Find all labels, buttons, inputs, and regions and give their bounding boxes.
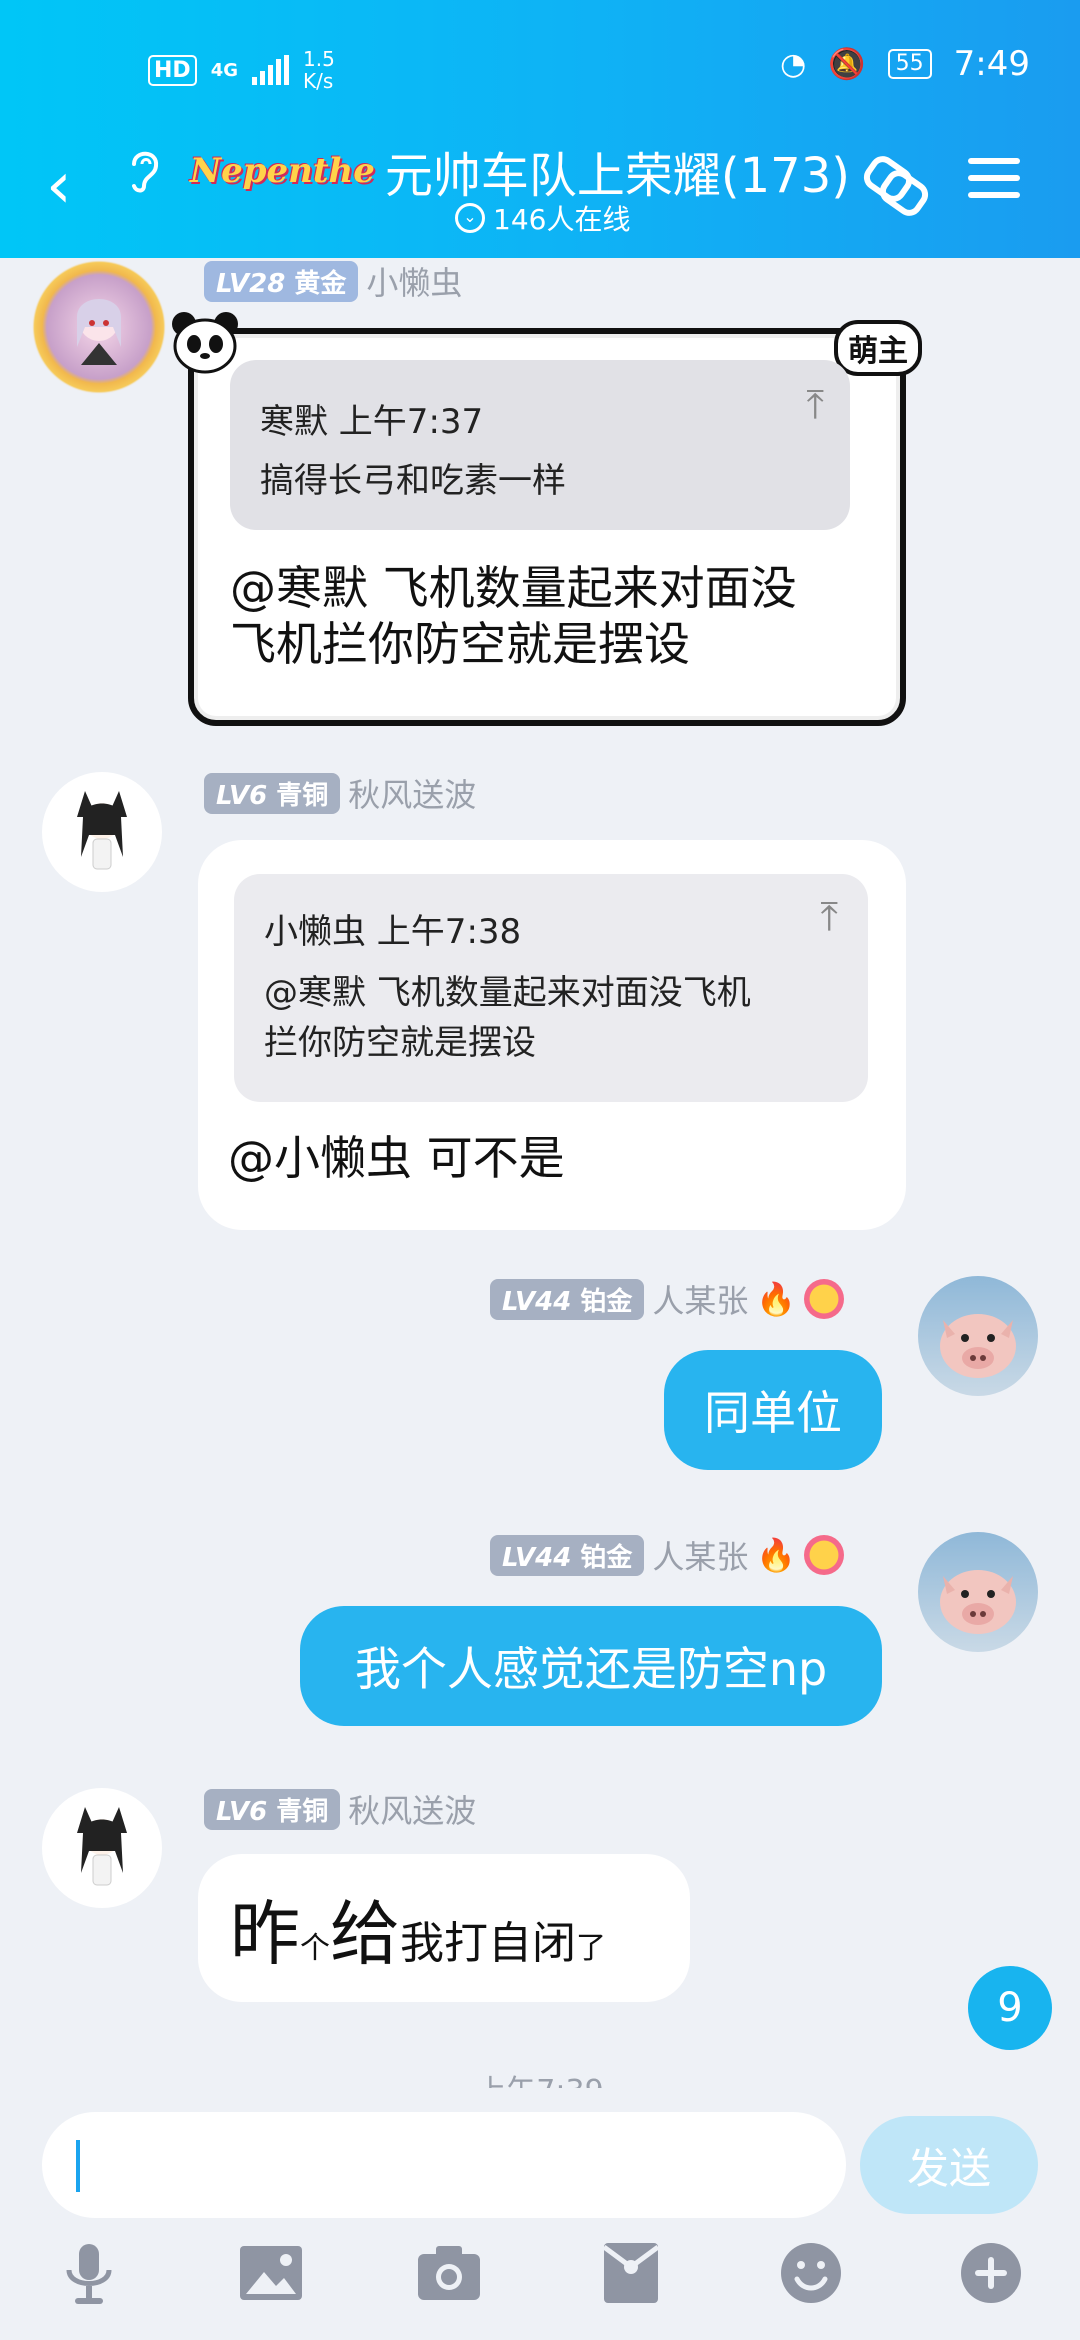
avatar[interactable] — [918, 1276, 1038, 1396]
battery-indicator: 55 — [887, 49, 932, 79]
quote-text: @寒默 飞机数量起来对面没飞机 拦你防空就是摆设 — [264, 973, 751, 1063]
level-badge: LV6 青铜 — [204, 772, 341, 814]
quoted-message[interactable]: 寒默 上午7:37 ⤒ 搞得长弓和吃素一样 — [230, 360, 850, 530]
microphone-icon[interactable] — [54, 2238, 124, 2308]
message-text: @小懒虫 可不是 — [228, 1131, 565, 1185]
input-bar: 发送 — [0, 2090, 1080, 2340]
status-bar: HD 4G 1.5 K/s ◔ 🔕 55 7:49 — [0, 40, 1080, 100]
message-item: LV44 铂金 人某张 🔥 我个人感觉还是防空np — [0, 1532, 1080, 1732]
chevron-down-icon: ⌄ — [455, 203, 485, 233]
quote-author-time: 小懒虫 上午7:38 — [264, 912, 522, 952]
message-item: LV6 青铜 秋风送波 小懒虫 上午7:38 ⤒ @寒默 飞机数量起来对面没飞机… — [0, 770, 1080, 1230]
sender-info: LV6 青铜 秋风送波 — [204, 1786, 476, 1832]
network-type: 4G — [210, 59, 238, 81]
level-badge: LV28 黄金 — [204, 260, 359, 302]
chat-header: ‹ Nepenthe 元帅车队上荣耀(173) ⌄ 146人在线 — [0, 130, 1080, 240]
avatar[interactable] — [42, 772, 162, 892]
timestamp: 上午7:39 — [0, 2064, 1080, 2088]
group-title[interactable]: 元帅车队上荣耀(173) — [385, 136, 850, 206]
online-count[interactable]: ⌄ 146人在线 — [455, 198, 630, 238]
message-bubble[interactable]: 小懒虫 上午7:38 ⤒ @寒默 飞机数量起来对面没飞机 拦你防空就是摆设 @小… — [198, 840, 906, 1230]
plus-icon[interactable] — [956, 2238, 1026, 2308]
panda-icon — [170, 310, 240, 374]
avatar[interactable] — [32, 260, 166, 394]
role-badge: 萌主 — [834, 320, 922, 376]
message-item: LV44 铂金 人某张 🔥 同单位 — [0, 1276, 1080, 1476]
quote-text: 搞得长弓和吃素一样 — [260, 461, 566, 501]
message-bubble[interactable]: 我个人感觉还是防空np — [300, 1606, 882, 1726]
top-bar: HD 4G 1.5 K/s ◔ 🔕 55 7:49 ‹ Nepenthe 元帅车… — [0, 0, 1080, 258]
fire-icon: 🔥 — [756, 1536, 797, 1574]
text-cursor — [76, 2140, 80, 2192]
quote-author-time: 寒默 上午7:37 — [260, 402, 484, 442]
game-link-icon[interactable] — [858, 150, 930, 237]
level-badge: LV44 铂金 — [490, 1278, 645, 1320]
message-text: @寒默 飞机数量起来对面没 飞机拦你防空就是摆设 — [230, 561, 797, 671]
sender-info: LV44 铂金 人某张 🔥 — [490, 1276, 845, 1322]
cute-bubble[interactable]: 萌主 寒默 上午7:37 ⤒ 搞得长弓和吃素一样 @寒默 飞机数量起来对面没 飞… — [172, 312, 922, 726]
image-icon[interactable] — [236, 2238, 306, 2308]
message-text: 我个人感觉还是防空np — [354, 1642, 828, 1696]
hd-badge: HD — [148, 54, 197, 86]
message-text: 同单位 — [704, 1386, 842, 1440]
back-icon[interactable]: ‹ — [46, 154, 72, 218]
quoted-message[interactable]: 小懒虫 上午7:38 ⤒ @寒默 飞机数量起来对面没飞机 拦你防空就是摆设 — [234, 874, 868, 1102]
level-badge: LV44 铂金 — [490, 1534, 645, 1576]
message-bubble[interactable]: 同单位 — [664, 1350, 882, 1470]
emoji-icon[interactable] — [776, 2238, 846, 2308]
jump-to-icon[interactable]: ⤒ — [820, 894, 838, 940]
sender-name[interactable]: 人某张 — [652, 1276, 748, 1322]
avatar[interactable] — [918, 1532, 1038, 1652]
smile-badge-icon — [804, 1535, 845, 1575]
message-item: LV6 青铜 秋风送波 昨个给我打自闭了 — [0, 1786, 1080, 2006]
signal-icon — [252, 55, 289, 85]
sender-info: LV6 青铜 秋风送波 — [204, 770, 476, 816]
menu-icon[interactable] — [966, 150, 1022, 221]
ear-icon[interactable] — [124, 144, 164, 205]
nfc-icon: ◔ — [780, 46, 807, 82]
send-button[interactable]: 发送 — [860, 2116, 1038, 2214]
sender-info: LV44 铂金 人某张 🔥 — [490, 1532, 845, 1578]
message-input[interactable] — [42, 2112, 846, 2218]
message-bubble[interactable]: 昨个给我打自闭了 — [198, 1854, 690, 2002]
smile-badge-icon — [804, 1279, 845, 1319]
net-speed: 1.5 K/s — [303, 47, 335, 93]
unread-count-badge[interactable]: 9 — [968, 1966, 1052, 2050]
camera-icon[interactable] — [414, 2238, 484, 2308]
level-badge: LV6 青铜 — [204, 1788, 341, 1830]
jump-to-icon[interactable]: ⤒ — [806, 382, 824, 428]
sender-info: LV28 黄金 小懒虫 — [204, 258, 462, 304]
mute-bell-icon: 🔕 — [828, 46, 866, 82]
sender-name[interactable]: 秋风送波 — [348, 1786, 476, 1832]
sender-name[interactable]: 秋风送波 — [348, 770, 476, 816]
fire-icon: 🔥 — [756, 1280, 797, 1318]
group-logo: Nepenthe — [190, 151, 375, 191]
message-item: LV28 黄金 小懒虫 萌主 寒默 上午7:37 ⤒ 搞得长弓和吃素一样 @寒默… — [0, 258, 1080, 728]
message-text: 昨个给我打自闭了 — [230, 1892, 606, 1975]
sender-name[interactable]: 小懒虫 — [366, 258, 462, 304]
sender-name[interactable]: 人某张 — [652, 1532, 748, 1578]
avatar[interactable] — [42, 1788, 162, 1908]
clock: 7:49 — [953, 44, 1030, 84]
red-packet-icon[interactable] — [596, 2238, 666, 2308]
